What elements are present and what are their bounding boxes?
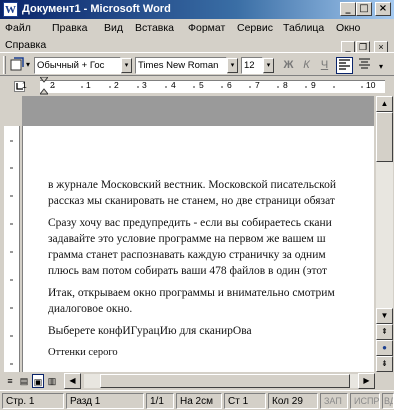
document-line: Сразу хочу вас предупредить - если вы со… xyxy=(48,217,332,229)
status-at: На 2см xyxy=(176,393,222,409)
font-dropdown-icon[interactable]: ▾ xyxy=(227,58,238,73)
menu-window[interactable]: Окно xyxy=(336,21,360,36)
ruler-number: 4 xyxy=(171,80,176,90)
toolbar-more-icon[interactable]: ▾ xyxy=(379,62,383,71)
status-page: Стр. 1 xyxy=(2,393,64,409)
ruler-number: 2 xyxy=(50,80,55,90)
ruler-number: 1 xyxy=(22,80,27,90)
outline-view-button[interactable]: ▥ xyxy=(46,374,58,388)
toolbar-options-icon[interactable]: ▾ xyxy=(26,60,30,69)
document-line: Оттенки серого xyxy=(48,347,118,358)
document-line: Выберете конфИГурацИю для сканирОва xyxy=(48,325,252,337)
status-record[interactable]: ЗАП xyxy=(320,393,348,409)
normal-view-button[interactable]: ≡ xyxy=(4,374,16,388)
vertical-ruler-margin xyxy=(4,96,20,126)
menu-view[interactable]: Вид xyxy=(104,21,123,36)
status-pages: 1/1 xyxy=(146,393,174,409)
menu-help[interactable]: Справка xyxy=(5,38,46,53)
formatting-toolbar: ▾ Обычный + Гос ▾ Times New Roman ▾ 12 ▾… xyxy=(0,52,394,76)
document-line: задавайте это условие программе на перво… xyxy=(48,233,326,245)
status-column: Кол 29 xyxy=(268,393,318,409)
status-extend[interactable]: ВДЛ xyxy=(382,393,394,409)
bold-button[interactable]: Ж xyxy=(280,57,297,74)
ruler-ticks xyxy=(53,86,363,88)
menu-insert[interactable]: Вставка xyxy=(135,21,174,36)
document-line: диалоговое окно. xyxy=(48,303,133,315)
scroll-up-button[interactable]: ▲ xyxy=(376,96,393,112)
horizontal-scroll-thumb[interactable] xyxy=(100,374,350,388)
title-bar: W Документ1 - Microsoft Word _ □ × xyxy=(0,0,394,19)
ruler-number: 6 xyxy=(227,80,232,90)
window-title: Документ1 - Microsoft Word xyxy=(22,3,171,15)
menu-file[interactable]: Файл xyxy=(5,21,31,36)
browse-object-button[interactable]: ● xyxy=(376,340,393,356)
font-size-combo[interactable]: 12 xyxy=(241,57,263,74)
status-track-changes[interactable]: ИСПР xyxy=(350,393,380,409)
horizontal-ruler[interactable]: 1 2 1 2 3 4 5 6 7 8 9 10 xyxy=(0,76,394,95)
menu-bar: Файл Правка Вид Вставка Формат Сервис Та… xyxy=(0,19,394,53)
close-button[interactable]: × xyxy=(375,2,391,16)
ruler-strip[interactable] xyxy=(40,80,385,93)
document-line: грамма станет распознавать каждую страни… xyxy=(48,249,326,261)
ruler-number: 5 xyxy=(199,80,204,90)
scroll-right-button[interactable]: ▶ xyxy=(358,373,375,389)
align-left-button[interactable] xyxy=(336,57,353,74)
indent-marker-icon[interactable] xyxy=(38,76,50,95)
document-line: Итак, открываем окно программы и внимате… xyxy=(48,287,335,299)
vertical-ruler[interactable] xyxy=(4,96,20,372)
menu-edit[interactable]: Правка xyxy=(52,21,87,36)
ruler-number: 8 xyxy=(283,80,288,90)
ruler-number: 9 xyxy=(311,80,316,90)
maximize-button[interactable]: □ xyxy=(356,2,372,16)
styles-pane-icon[interactable] xyxy=(9,57,26,74)
menu-format[interactable]: Формат xyxy=(188,21,225,36)
menu-table[interactable]: Таблица xyxy=(283,21,324,36)
page-top-margin xyxy=(22,96,374,126)
scroll-down-button[interactable]: ▼ xyxy=(376,308,393,324)
italic-button[interactable]: К xyxy=(298,57,315,74)
toolbar-grip[interactable] xyxy=(3,56,6,74)
status-line: Ст 1 xyxy=(224,393,266,409)
document-line: плюсь вам потом собирать ваши 478 файлов… xyxy=(48,265,328,277)
vertical-scroll-thumb[interactable] xyxy=(376,112,393,162)
status-section: Разд 1 xyxy=(66,393,144,409)
ruler-number: 2 xyxy=(114,80,119,90)
ruler-number: 1 xyxy=(86,80,91,90)
ruler-number: 7 xyxy=(255,80,260,90)
style-combo[interactable]: Обычный + Гос xyxy=(34,57,121,74)
word-icon[interactable]: W xyxy=(3,2,18,17)
ruler-number: 3 xyxy=(142,80,147,90)
align-center-button[interactable] xyxy=(356,57,373,74)
vertical-ruler-ticks xyxy=(10,140,13,365)
scroll-left-button[interactable]: ◀ xyxy=(64,373,81,389)
next-page-button[interactable]: ⇟ xyxy=(376,356,393,372)
minimize-button[interactable]: _ xyxy=(340,2,356,16)
style-dropdown-icon[interactable]: ▾ xyxy=(121,58,132,73)
align-left-icon xyxy=(339,59,350,70)
previous-page-button[interactable]: ⇞ xyxy=(376,324,393,340)
document-line: в журнале Московский вестник. Московской… xyxy=(48,179,336,191)
print-layout-button[interactable]: ▣ xyxy=(32,374,44,388)
align-center-icon xyxy=(359,58,370,69)
font-combo[interactable]: Times New Roman xyxy=(135,57,227,74)
font-size-dropdown-icon[interactable]: ▾ xyxy=(263,58,274,73)
status-bar: Стр. 1 Разд 1 1/1 На 2см Ст 1 Кол 29 ЗАП… xyxy=(0,390,394,410)
underline-button[interactable]: Ч xyxy=(316,57,333,74)
web-layout-button[interactable]: ▤ xyxy=(18,374,30,388)
ruler-number: 10 xyxy=(366,80,376,90)
menu-tools[interactable]: Сервис xyxy=(237,21,273,36)
document-line: рассказ мы сканировать не станем, но две… xyxy=(48,195,335,207)
